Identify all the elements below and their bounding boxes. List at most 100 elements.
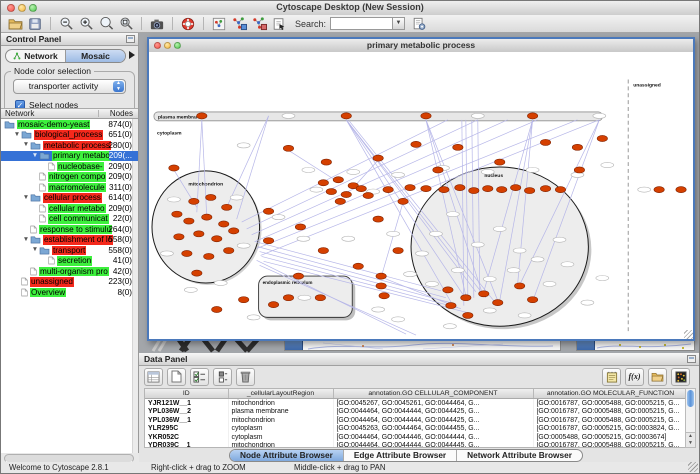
expander-icon[interactable]: ▼ xyxy=(22,235,30,245)
network-node[interactable] xyxy=(192,270,202,276)
tree-item-transport[interactable]: ▼transport558(0) xyxy=(1,245,138,256)
network-canvas[interactable]: plasma membrane cytoplasm mitochondrion … xyxy=(149,52,693,339)
import-attributes-button[interactable] xyxy=(648,368,667,386)
table-row[interactable]: YDR039C__1mitochondrion[GO:0044464, GO:0… xyxy=(145,442,687,449)
zoom-fit-button[interactable] xyxy=(116,16,136,32)
tree-item-nitrogen-compo[interactable]: nitrogen compo209(0) xyxy=(1,172,138,183)
network-node[interactable] xyxy=(353,263,363,269)
close-button[interactable] xyxy=(7,4,15,12)
network-node[interactable] xyxy=(318,247,328,253)
expander-icon[interactable]: ▼ xyxy=(22,193,30,203)
network-node[interactable] xyxy=(263,208,273,214)
table-row[interactable]: YPL036W__1mitochondrion[GO:0044464, GO:0… xyxy=(145,416,687,425)
network-node[interactable] xyxy=(469,188,479,194)
float-panel-icon[interactable] xyxy=(126,35,135,43)
tab-edge-attribute-browser[interactable]: Edge Attribute Browser xyxy=(343,450,456,461)
network-node[interactable] xyxy=(224,247,234,253)
network-node[interactable] xyxy=(219,221,229,227)
network-node[interactable] xyxy=(461,295,471,301)
network-node[interactable] xyxy=(182,250,192,256)
create-network-view-button[interactable] xyxy=(229,16,249,32)
tree-item-cellular-metabo[interactable]: cellular metabo209(0) xyxy=(1,203,138,214)
configure-search-button[interactable] xyxy=(409,16,429,32)
network-node[interactable] xyxy=(293,273,303,279)
table-cell[interactable]: [GO:0044464, GO:0044444, GO:0044445, G..… xyxy=(333,442,533,449)
table-cell[interactable]: mitochondrion xyxy=(228,442,333,449)
network-node[interactable] xyxy=(283,295,293,301)
expander-icon[interactable]: ▼ xyxy=(31,151,39,161)
network-node[interactable] xyxy=(194,231,204,237)
table-cell[interactable]: YJR121W__1 xyxy=(145,399,228,408)
tab-network[interactable]: Network xyxy=(6,50,65,62)
table-cell[interactable]: mitochondrion xyxy=(228,399,333,408)
table-cell[interactable]: [GO:0005488, GO:0005215, GO:0003674] xyxy=(533,433,687,442)
network-node[interactable] xyxy=(321,159,331,165)
network-node[interactable] xyxy=(373,216,383,222)
table-cell[interactable]: YPL036W__1 xyxy=(145,416,228,425)
table-cell[interactable]: [GO:0016787, GO:0005488, GO:0005215, G..… xyxy=(533,399,687,408)
network-node[interactable] xyxy=(174,234,184,240)
expander-icon[interactable]: ▼ xyxy=(22,140,30,150)
window-resize-grip[interactable] xyxy=(688,462,698,472)
table-cell[interactable]: [GO:0044464, GO:0044444, GO:0044425, G..… xyxy=(333,408,533,417)
network-node[interactable] xyxy=(326,189,336,195)
vizmapper-button[interactable] xyxy=(209,16,229,32)
network-edge[interactable] xyxy=(242,120,448,222)
network-node[interactable] xyxy=(222,204,232,210)
table-row[interactable]: YLR295Ccytoplasm[GO:0045263, GO:0044464,… xyxy=(145,425,687,434)
expander-icon[interactable]: ▼ xyxy=(31,245,39,255)
minimize-button[interactable] xyxy=(18,4,26,12)
tree-item-primary-metabo[interactable]: ▼primary metabo209(... xyxy=(1,151,138,162)
table-row[interactable]: YJR121W__1mitochondrion[GO:0045267, GO:0… xyxy=(145,399,687,408)
network-node[interactable] xyxy=(483,186,493,192)
table-cell[interactable]: [GO:0045263, GO:0044464, GO:0044455, G..… xyxy=(333,425,533,434)
tree-item-unassigned[interactable]: unassigned223(0) xyxy=(1,277,138,288)
network-node[interactable] xyxy=(572,144,582,150)
zoom-selected-button[interactable] xyxy=(96,16,116,32)
network-node[interactable] xyxy=(341,113,351,119)
network-node[interactable] xyxy=(411,141,421,147)
network-view-titlebar[interactable]: primary metabolic process xyxy=(149,39,693,53)
table-cell[interactable]: cytoplasm xyxy=(228,425,333,434)
tab-overflow-arrow[interactable] xyxy=(129,51,135,59)
tree-item-mosaic-demo-yeast[interactable]: mosaic-demo-yeast874(0) xyxy=(1,119,138,130)
network-node[interactable] xyxy=(333,177,343,183)
tab-mosaic[interactable]: Mosaic xyxy=(65,50,125,62)
table-cell[interactable]: [GO:0016787, GO:0005488, GO:0005215, G..… xyxy=(533,416,687,425)
network-node[interactable] xyxy=(202,214,212,220)
network-node[interactable] xyxy=(376,273,386,279)
network-node[interactable] xyxy=(510,185,520,191)
network-node[interactable] xyxy=(405,185,415,191)
node-color-dropdown[interactable]: transporter activity ▲▼ xyxy=(13,79,126,94)
network-node[interactable] xyxy=(439,187,449,193)
formula-button[interactable]: f(x) xyxy=(625,368,644,386)
tab-network-attribute-browser[interactable]: Network Attribute Browser xyxy=(456,450,582,461)
open-file-button[interactable] xyxy=(5,16,25,32)
tree-item-multi-organism-pro[interactable]: multi-organism pro42(0) xyxy=(1,266,138,277)
scrollbar-thumb[interactable] xyxy=(687,390,694,407)
attribute-table[interactable]: ID _cellularLayoutRegion annotation.GO C… xyxy=(144,388,687,448)
save-session-button[interactable] xyxy=(25,16,45,32)
tab-node-attribute-browser[interactable]: Node Attribute Browser xyxy=(230,450,343,461)
heatmap-button[interactable] xyxy=(671,368,690,386)
table-cell[interactable]: mitochondrion xyxy=(228,416,333,425)
network-node[interactable] xyxy=(295,224,305,230)
network-node[interactable] xyxy=(446,303,456,309)
network-node[interactable] xyxy=(527,113,537,119)
expander-icon[interactable]: ▼ xyxy=(13,130,21,140)
network-edge[interactable] xyxy=(381,202,403,277)
network-node[interactable] xyxy=(263,238,273,244)
snapshot-camera-button[interactable] xyxy=(147,16,167,32)
zoom-in-button[interactable] xyxy=(76,16,96,32)
tree-item-biological-process[interactable]: ▼biological_process651(0) xyxy=(1,130,138,141)
network-node[interactable] xyxy=(676,187,686,193)
notes-button[interactable] xyxy=(602,368,621,386)
help-lifebuoy-button[interactable] xyxy=(178,16,198,32)
column-header-molecular-function[interactable]: annotation.GO MOLECULAR_FUNCTION xyxy=(533,389,687,399)
table-row[interactable]: YKR052Ccytoplasm[GO:0044464, GO:0044446,… xyxy=(145,433,687,442)
view-zoom-button[interactable] xyxy=(174,42,181,49)
tree-item-overview[interactable]: Overview8(0) xyxy=(1,287,138,298)
attribute-toggle-button[interactable] xyxy=(213,368,232,386)
network-node[interactable] xyxy=(229,228,239,234)
attribute-checklist-button[interactable] xyxy=(190,368,209,386)
